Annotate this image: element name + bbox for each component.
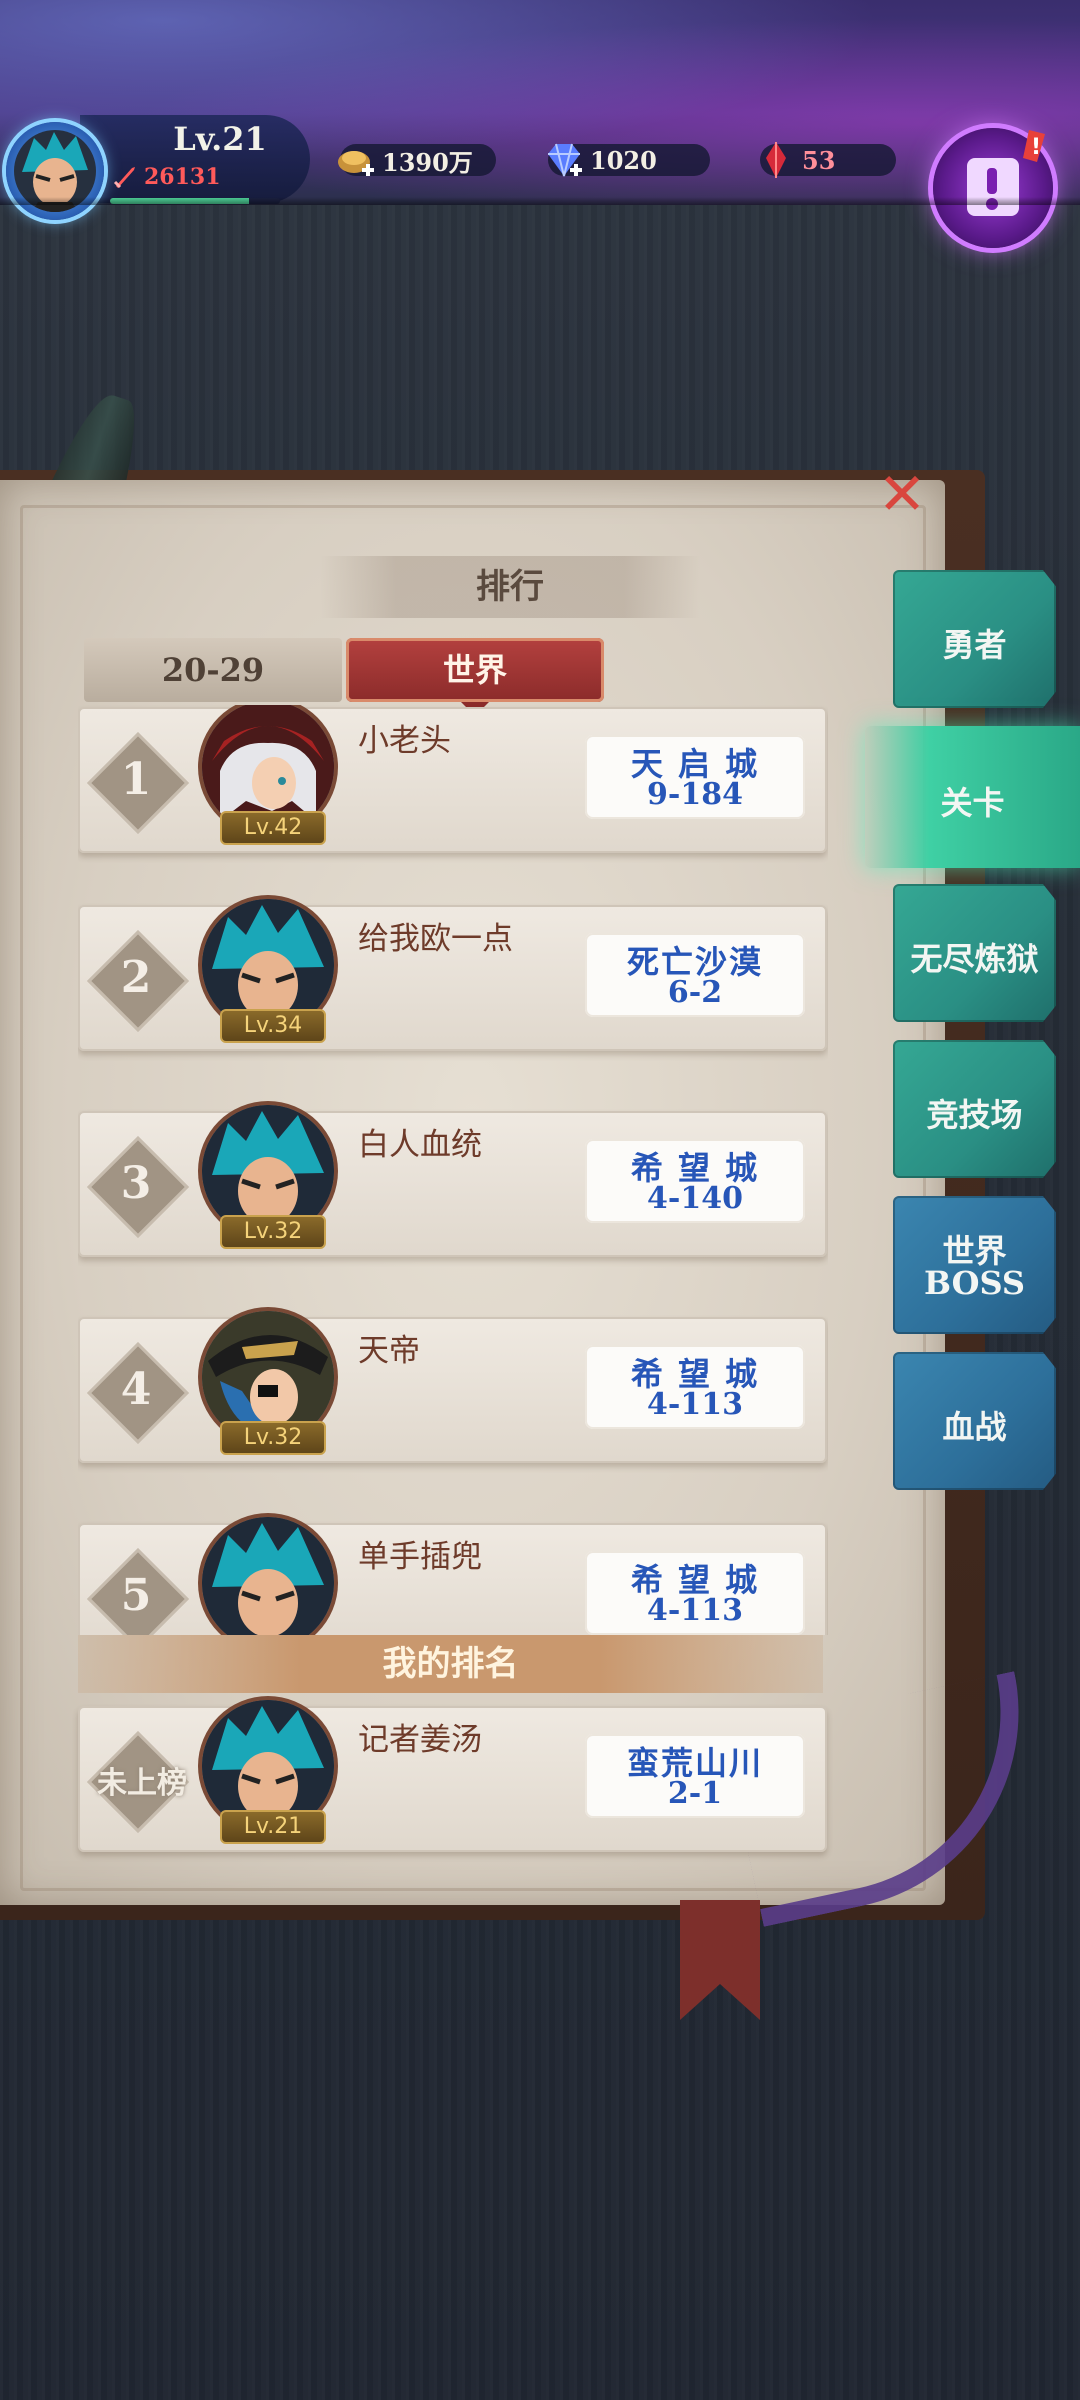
ruby-resource[interactable]: 53 xyxy=(760,142,896,178)
rank-number: 4 xyxy=(120,1364,152,1415)
rank-number: 5 xyxy=(120,1570,152,1621)
gold-ingot-icon xyxy=(338,151,374,176)
stage-progress: 希 望 城 4-113 xyxy=(585,1345,805,1429)
stage-progress: 蛮荒山川 2-1 xyxy=(585,1734,805,1818)
unranked-label: 未上榜 xyxy=(97,1766,187,1801)
stage-progress: 希 望 城 4-140 xyxy=(585,1139,805,1223)
xp-bar xyxy=(110,198,280,204)
ranking-row[interactable]: 4 Lv.32 天帝 希 望 城 4-113 xyxy=(78,1311,827,1463)
scroll-alert-icon: ! xyxy=(967,130,1045,216)
quest-alert-button[interactable]: ! xyxy=(933,128,1053,248)
ranking-row[interactable]: 2 Lv.34 给我欧一点 死亡沙漠 6-2 xyxy=(78,899,827,1051)
player-avatar[interactable] xyxy=(6,122,104,220)
my-rank-header: 我的排名 xyxy=(78,1635,823,1693)
player-name: 给我欧一点 xyxy=(358,921,513,957)
player-name: 记者姜汤 xyxy=(358,1722,482,1758)
player-name: 单手插兜 xyxy=(358,1539,482,1575)
stage-progress: 希 望 城 4-113 xyxy=(585,1551,805,1635)
rank-number: 2 xyxy=(120,952,152,1003)
red-bookmark xyxy=(680,1900,760,2020)
sword-icon xyxy=(113,167,135,189)
stage-progress: 天 启 城 9-184 xyxy=(585,735,805,819)
tab-level-bracket[interactable]: 20-29 xyxy=(84,638,342,702)
player-name: 白人血统 xyxy=(358,1127,482,1163)
diamond-icon xyxy=(548,143,582,177)
ruby-icon xyxy=(766,142,786,178)
close-button[interactable]: ✕ xyxy=(870,460,934,528)
my-ranking-row[interactable]: 未上榜 Lv.21 记者姜汤 蛮荒山川 2-1 xyxy=(78,1700,827,1852)
gold-resource[interactable]: 1390万 xyxy=(338,144,496,177)
top-bar: Lv.21 26131 1390万 1020 53 ! xyxy=(0,0,1080,248)
tab-world[interactable]: 世界 xyxy=(346,638,604,716)
power-display: 26131 xyxy=(112,164,221,190)
ranking-list[interactable]: 1 Lv.42 小老头 天 启 城 9-184 2 Lv.34 给我欧一点 死亡… xyxy=(78,705,828,1635)
ranking-row[interactable]: 5 单手插兜 希 望 城 4-113 xyxy=(78,1517,827,1635)
menu-tab-endless-purgatory[interactable]: 无尽炼狱 xyxy=(893,884,1056,1022)
stage-progress: 死亡沙漠 6-2 xyxy=(585,933,805,1017)
ranking-row[interactable]: 3 Lv.32 白人血统 希 望 城 4-140 xyxy=(78,1105,827,1257)
svg-text:!: ! xyxy=(1031,135,1041,160)
menu-tab-arena[interactable]: 竞技场 xyxy=(893,1040,1056,1178)
menu-tab-blood-battle[interactable]: 血战 xyxy=(893,1352,1056,1490)
menu-tab-stages[interactable]: 关卡 xyxy=(865,726,1080,868)
level-badge: Lv.32 xyxy=(220,1421,326,1455)
close-icon: ✕ xyxy=(877,460,927,528)
level-badge: Lv.21 xyxy=(220,1810,326,1844)
player-name: 天帝 xyxy=(358,1333,420,1369)
menu-tab-world-boss[interactable]: 世界 BOSS xyxy=(893,1196,1056,1334)
menu-tab-heroes[interactable]: 勇者 xyxy=(893,570,1056,708)
diamond-resource[interactable]: 1020 xyxy=(548,143,710,177)
page-title: 排行 xyxy=(320,556,700,618)
player-name: 小老头 xyxy=(358,723,451,759)
level-badge: Lv.34 xyxy=(220,1009,326,1043)
level-badge: Lv.42 xyxy=(220,811,326,845)
player-level: Lv.21 xyxy=(173,120,267,158)
combat-power: 26131 xyxy=(144,164,221,190)
rank-number: 1 xyxy=(120,754,152,805)
level-badge: Lv.32 xyxy=(220,1215,326,1249)
ranking-row[interactable]: 1 Lv.42 小老头 天 启 城 9-184 xyxy=(78,705,827,853)
rank-number: 3 xyxy=(120,1158,152,1209)
player-portrait xyxy=(202,1517,334,1635)
